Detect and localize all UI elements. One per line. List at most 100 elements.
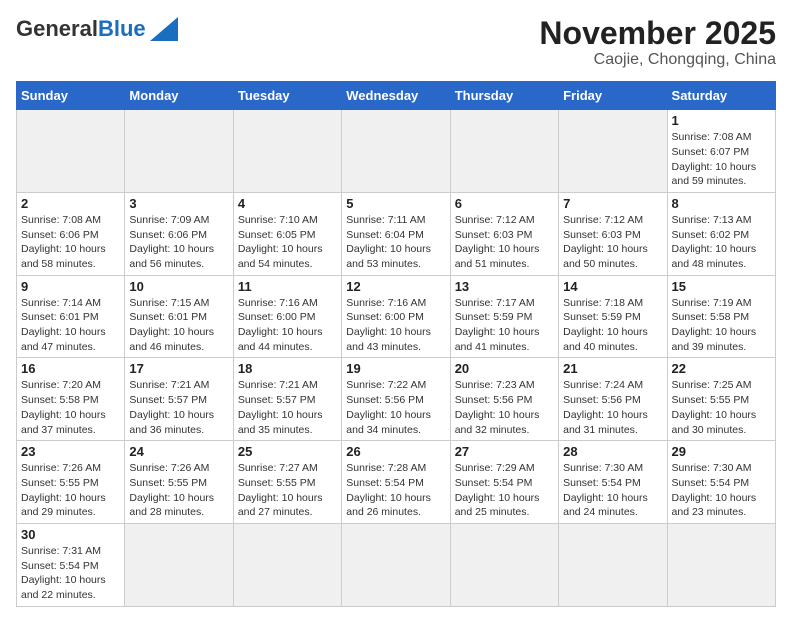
location-subtitle: Caojie, Chongqing, China: [539, 51, 776, 69]
day-info: Sunrise: 7:09 AM Sunset: 6:06 PM Dayligh…: [129, 213, 228, 272]
day-number: 1: [672, 113, 771, 128]
day-info: Sunrise: 7:17 AM Sunset: 5:59 PM Dayligh…: [455, 296, 554, 355]
calendar-week-row: 1 Sunrise: 7:08 AM Sunset: 6:07 PM Daylig…: [17, 110, 776, 193]
day-number: 29: [672, 444, 771, 459]
calendar-cell: 24Sunrise: 7:26 AM Sunset: 5:55 PM Dayli…: [125, 441, 233, 524]
day-number: 15: [672, 279, 771, 294]
day-number: 16: [21, 361, 120, 376]
day-info: Sunrise: 7:19 AM Sunset: 5:58 PM Dayligh…: [672, 296, 771, 355]
day-number: 21: [563, 361, 662, 376]
day-info: Sunrise: 7:13 AM Sunset: 6:02 PM Dayligh…: [672, 213, 771, 272]
day-number: 28: [563, 444, 662, 459]
day-number: 22: [672, 361, 771, 376]
day-number: 11: [238, 279, 337, 294]
calendar-cell: 18Sunrise: 7:21 AM Sunset: 5:57 PM Dayli…: [233, 358, 341, 441]
day-info: Sunrise: 7:08 AM Sunset: 6:06 PM Dayligh…: [21, 213, 120, 272]
calendar-cell: [17, 110, 125, 193]
calendar-cell: 13 Sunrise: 7:17 AM Sunset: 5:59 PM Dayli…: [450, 275, 558, 358]
calendar-cell: [233, 110, 341, 193]
day-info: Sunrise: 7:30 AM Sunset: 5:54 PM Dayligh…: [563, 461, 662, 520]
calendar-cell: [233, 523, 341, 606]
calendar-cell: 23 Sunrise: 7:26 AM Sunset: 5:55 PM Dayli…: [17, 441, 125, 524]
day-info: Sunrise: 7:12 AM Sunset: 6:03 PM Dayligh…: [563, 213, 662, 272]
calendar-cell: [450, 523, 558, 606]
day-info: Sunrise: 7:18 AM Sunset: 5:59 PM Dayligh…: [563, 296, 662, 355]
calendar-week-row: 2 Sunrise: 7:08 AM Sunset: 6:06 PM Daylig…: [17, 192, 776, 275]
day-number: 23: [21, 444, 120, 459]
calendar-cell: [342, 523, 450, 606]
day-number: 2: [21, 196, 120, 211]
day-number: 30: [21, 527, 120, 542]
calendar-cell: 4Sunrise: 7:10 AM Sunset: 6:05 PM Daylig…: [233, 192, 341, 275]
day-info: Sunrise: 7:16 AM Sunset: 6:00 PM Dayligh…: [346, 296, 445, 355]
weekday-header: Sunday: [17, 82, 125, 110]
calendar-cell: 21 Sunrise: 7:24 AM Sunset: 5:56 PM Dayli…: [559, 358, 667, 441]
day-number: 12: [346, 279, 445, 294]
weekday-header: Monday: [125, 82, 233, 110]
day-number: 6: [455, 196, 554, 211]
calendar-week-row: 30 Sunrise: 7:31 AM Sunset: 5:54 PM Dayli…: [17, 523, 776, 606]
title-block: November 2025 Caojie, Chongqing, China: [539, 16, 776, 69]
calendar-cell: [342, 110, 450, 193]
calendar-table: SundayMondayTuesdayWednesdayThursdayFrid…: [16, 81, 776, 607]
day-info: Sunrise: 7:30 AM Sunset: 5:54 PM Dayligh…: [672, 461, 771, 520]
day-number: 5: [346, 196, 445, 211]
day-info: Sunrise: 7:20 AM Sunset: 5:58 PM Dayligh…: [21, 378, 120, 437]
calendar-cell: 29 Sunrise: 7:30 AM Sunset: 5:54 PM Dayli…: [667, 441, 775, 524]
calendar-cell: [450, 110, 558, 193]
day-info: Sunrise: 7:15 AM Sunset: 6:01 PM Dayligh…: [129, 296, 228, 355]
calendar-cell: 7 Sunrise: 7:12 AM Sunset: 6:03 PM Daylig…: [559, 192, 667, 275]
calendar-cell: 1 Sunrise: 7:08 AM Sunset: 6:07 PM Daylig…: [667, 110, 775, 193]
day-number: 7: [563, 196, 662, 211]
day-info: Sunrise: 7:26 AM Sunset: 5:55 PM Dayligh…: [129, 461, 228, 520]
calendar-cell: [125, 523, 233, 606]
calendar-cell: 3 Sunrise: 7:09 AM Sunset: 6:06 PM Daylig…: [125, 192, 233, 275]
day-info: Sunrise: 7:31 AM Sunset: 5:54 PM Dayligh…: [21, 544, 120, 603]
day-info: Sunrise: 7:26 AM Sunset: 5:55 PM Dayligh…: [21, 461, 120, 520]
calendar-cell: 6Sunrise: 7:12 AM Sunset: 6:03 PM Daylig…: [450, 192, 558, 275]
calendar-cell: 2 Sunrise: 7:08 AM Sunset: 6:06 PM Daylig…: [17, 192, 125, 275]
calendar-week-row: 23 Sunrise: 7:26 AM Sunset: 5:55 PM Dayli…: [17, 441, 776, 524]
calendar-week-row: 9Sunrise: 7:14 AM Sunset: 6:01 PM Daylig…: [17, 275, 776, 358]
calendar-cell: 8Sunrise: 7:13 AM Sunset: 6:02 PM Daylig…: [667, 192, 775, 275]
logo-general-text: General: [16, 16, 98, 42]
weekday-header: Thursday: [450, 82, 558, 110]
day-info: Sunrise: 7:28 AM Sunset: 5:54 PM Dayligh…: [346, 461, 445, 520]
calendar-cell: 25 Sunrise: 7:27 AM Sunset: 5:55 PM Dayli…: [233, 441, 341, 524]
logo-blue-text: Blue: [98, 16, 146, 42]
calendar-cell: 17Sunrise: 7:21 AM Sunset: 5:57 PM Dayli…: [125, 358, 233, 441]
logo-icon: [150, 17, 178, 41]
day-number: 10: [129, 279, 228, 294]
weekday-header: Wednesday: [342, 82, 450, 110]
calendar-week-row: 16 Sunrise: 7:20 AM Sunset: 5:58 PM Dayli…: [17, 358, 776, 441]
day-number: 3: [129, 196, 228, 211]
calendar-cell: 27Sunrise: 7:29 AM Sunset: 5:54 PM Dayli…: [450, 441, 558, 524]
calendar-cell: 30 Sunrise: 7:31 AM Sunset: 5:54 PM Dayli…: [17, 523, 125, 606]
day-number: 14: [563, 279, 662, 294]
calendar-cell: 9Sunrise: 7:14 AM Sunset: 6:01 PM Daylig…: [17, 275, 125, 358]
calendar-cell: 20Sunrise: 7:23 AM Sunset: 5:56 PM Dayli…: [450, 358, 558, 441]
day-info: Sunrise: 7:11 AM Sunset: 6:04 PM Dayligh…: [346, 213, 445, 272]
calendar-cell: 11 Sunrise: 7:16 AM Sunset: 6:00 PM Dayli…: [233, 275, 341, 358]
day-number: 26: [346, 444, 445, 459]
day-info: Sunrise: 7:14 AM Sunset: 6:01 PM Dayligh…: [21, 296, 120, 355]
calendar-cell: 28 Sunrise: 7:30 AM Sunset: 5:54 PM Dayli…: [559, 441, 667, 524]
day-number: 25: [238, 444, 337, 459]
day-info: Sunrise: 7:27 AM Sunset: 5:55 PM Dayligh…: [238, 461, 337, 520]
day-info: Sunrise: 7:16 AM Sunset: 6:00 PM Dayligh…: [238, 296, 337, 355]
calendar-cell: 5 Sunrise: 7:11 AM Sunset: 6:04 PM Daylig…: [342, 192, 450, 275]
calendar-cell: [559, 523, 667, 606]
day-info: Sunrise: 7:10 AM Sunset: 6:05 PM Dayligh…: [238, 213, 337, 272]
day-info: Sunrise: 7:24 AM Sunset: 5:56 PM Dayligh…: [563, 378, 662, 437]
page-header: General Blue November 2025 Caojie, Chong…: [16, 16, 776, 69]
day-info: Sunrise: 7:21 AM Sunset: 5:57 PM Dayligh…: [238, 378, 337, 437]
calendar-cell: 12 Sunrise: 7:16 AM Sunset: 6:00 PM Dayli…: [342, 275, 450, 358]
calendar-cell: [125, 110, 233, 193]
day-number: 13: [455, 279, 554, 294]
day-info: Sunrise: 7:08 AM Sunset: 6:07 PM Dayligh…: [672, 130, 771, 189]
calendar-cell: 16 Sunrise: 7:20 AM Sunset: 5:58 PM Dayli…: [17, 358, 125, 441]
calendar-cell: 10 Sunrise: 7:15 AM Sunset: 6:01 PM Dayli…: [125, 275, 233, 358]
day-number: 19: [346, 361, 445, 376]
day-number: 17: [129, 361, 228, 376]
month-title: November 2025: [539, 16, 776, 51]
